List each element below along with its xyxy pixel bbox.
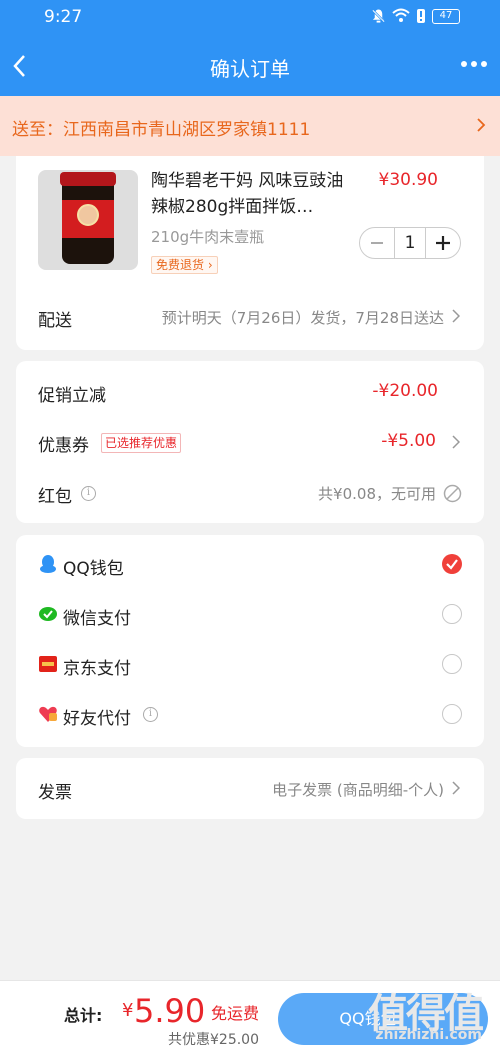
friend-pay-icon — [39, 706, 57, 722]
increase-button[interactable] — [426, 228, 460, 258]
page-title: 确认订单 — [210, 57, 290, 81]
payment-label: 好友代付 — [63, 709, 131, 729]
redpacket-value: 共¥0.08，无可用 — [318, 485, 436, 503]
watermark: 值得值 zhizhizhi.com — [342, 981, 492, 1056]
qq-penguin-icon — [40, 555, 56, 573]
chevron-right-icon — [477, 118, 486, 132]
payment-option-friend-pay[interactable]: 好友代付 i — [16, 693, 484, 737]
status-icons: 47 — [371, 8, 460, 24]
product-image[interactable] — [38, 170, 138, 270]
promo-label: 促销立减 — [38, 386, 106, 406]
product-title[interactable]: 陶华碧老干妈 风味豆豉油辣椒280g拌面拌饭… — [151, 168, 351, 220]
status-bar: 9:27 47 — [0, 0, 500, 36]
jar-lid — [60, 172, 116, 186]
free-return-badge[interactable]: 免费退货 › — [151, 256, 218, 274]
radio-unchecked[interactable] — [442, 604, 462, 624]
free-return-label: 免费退货 — [156, 258, 205, 272]
delivery-estimate: 预计明天（7月26日）发货，7月28日送达 — [161, 309, 444, 327]
promo-value: -¥20.00 — [372, 381, 438, 401]
total-amount: 5.90 — [134, 992, 206, 1030]
more-icon[interactable] — [460, 58, 488, 70]
coupon-value: -¥5.00 — [381, 431, 436, 451]
wifi-icon — [392, 8, 410, 22]
radio-unchecked[interactable] — [442, 654, 462, 674]
payment-option-wechat[interactable]: 微信支付 — [16, 593, 484, 637]
wechat-icon — [39, 607, 57, 621]
discount-card: 促销立减 -¥20.00 优惠券 已选推荐优惠 -¥5.00 红包 i 共¥0.… — [16, 361, 484, 523]
payment-label: QQ钱包 — [63, 559, 124, 579]
payment-option-jd-pay[interactable]: 京东支付 — [16, 643, 484, 687]
disabled-icon — [443, 484, 462, 503]
payment-label: 京东支付 — [63, 659, 131, 679]
product-spec: 210g牛肉末壹瓶 — [151, 228, 265, 246]
quantity-value[interactable]: 1 — [394, 228, 426, 258]
total-saving: 共优惠¥25.00 — [168, 1032, 259, 1048]
coupon-label: 优惠券 — [38, 436, 89, 456]
info-icon[interactable]: i — [81, 486, 96, 501]
bell-off-icon — [372, 9, 385, 23]
chevron-right-icon — [452, 435, 460, 449]
chevron-right-icon — [452, 781, 460, 795]
coupon-tag: 已选推荐优惠 — [101, 433, 182, 453]
delivery-label: 配送 — [38, 311, 72, 331]
watermark-url: zhizhizhi.com — [375, 1027, 482, 1043]
nav-bar: 确认订单 — [0, 36, 500, 96]
payment-card: QQ钱包 微信支付 京东支付 好友代付 i — [16, 535, 484, 747]
payment-label: 微信支付 — [63, 609, 131, 629]
quantity-stepper: 1 — [359, 227, 461, 259]
product-card: 陶华碧老干妈 风味豆豉油辣椒280g拌面拌饭… ¥30.90 210g牛肉末壹瓶… — [16, 156, 484, 350]
minus-icon — [371, 242, 383, 244]
info-icon[interactable]: i — [143, 707, 158, 722]
invoice-value: 电子发票 (商品明细-个人) — [272, 781, 444, 799]
plus-icon — [436, 236, 450, 250]
jd-pay-icon — [39, 656, 57, 672]
checkout-bar: 总计: ¥ 5.90 免运费 共优惠¥25.00 QQ钱包 值得值 zhizhi… — [0, 980, 500, 1056]
check-icon — [446, 559, 458, 570]
total-currency: ¥ — [122, 1000, 134, 1021]
payment-option-qq-wallet[interactable]: QQ钱包 — [16, 543, 484, 587]
free-shipping-label: 免运费 — [211, 1004, 260, 1023]
delivery-row[interactable]: 配送 预计明天（7月26日）发货，7月28日送达 — [16, 296, 484, 336]
delivery-address: 送至：江西南昌市青山湖区罗家镇1111 — [12, 120, 311, 140]
chevron-right-icon — [452, 309, 460, 323]
alert-icon — [417, 9, 425, 23]
invoice-label: 发票 — [38, 783, 72, 803]
decrease-button[interactable] — [360, 228, 394, 258]
total-label: 总计: — [64, 1006, 103, 1025]
radio-unchecked[interactable] — [442, 704, 462, 724]
jar-portrait — [77, 204, 99, 226]
address-bar[interactable]: 送至：江西南昌市青山湖区罗家镇1111 — [0, 96, 500, 156]
battery-icon: 47 — [432, 8, 460, 24]
invoice-row[interactable]: 发票 电子发票 (商品明细-个人) — [16, 758, 484, 819]
status-time: 9:27 — [44, 7, 83, 27]
product-price: ¥30.90 — [378, 170, 438, 190]
radio-checked[interactable] — [442, 554, 462, 574]
redpacket-label: 红包 — [38, 487, 72, 507]
